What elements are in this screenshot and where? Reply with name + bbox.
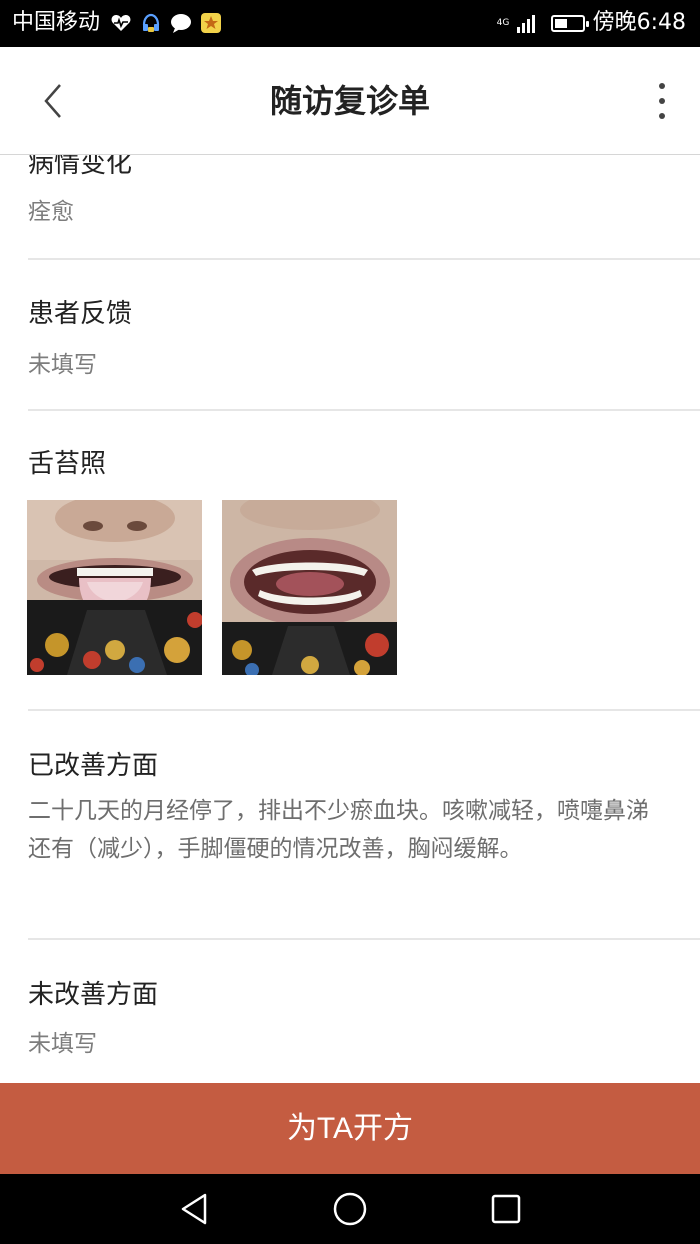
battery-icon	[550, 14, 589, 32]
system-status: 4G 傍晚6:48	[497, 9, 686, 37]
section-value: 痊愈	[28, 199, 74, 225]
back-triangle-icon[interactable]	[175, 1189, 215, 1229]
headset-icon	[142, 13, 160, 32]
status-time: 傍晚6:48	[592, 10, 686, 35]
heart-rate-icon	[111, 15, 131, 31]
section-value: 未填写	[28, 352, 97, 378]
section-improved-aspects: 已改善方面 二十几天的月经停了，排出不少瘀血块。咳嗽减轻，喷嚏鼻涕还有（减少），…	[28, 711, 700, 940]
section-condition-change: 病情变化 痊愈	[28, 155, 700, 260]
recents-square-icon[interactable]	[486, 1189, 526, 1229]
carrier-name: 中国移动	[12, 10, 101, 35]
mouth-photo[interactable]	[222, 500, 397, 675]
section-title: 患者反馈	[28, 299, 133, 329]
section-title: 未改善方面	[28, 980, 159, 1010]
home-circle-icon[interactable]	[330, 1189, 370, 1229]
prescribe-button[interactable]: 为TA开方	[0, 1083, 700, 1174]
page-title: 随访复诊单	[269, 82, 430, 120]
navigation-bar	[0, 1174, 700, 1244]
section-title: 已改善方面	[28, 751, 159, 781]
signal-icon	[516, 13, 535, 33]
section-unimproved-aspects: 未改善方面 未填写	[28, 940, 700, 1083]
section-value: 二十几天的月经停了，排出不少瘀血块。咳嗽减轻，喷嚏鼻涕还有（减少），手脚僵硬的情…	[28, 798, 649, 862]
network-type: 4G	[496, 17, 510, 28]
tongue-photo[interactable]	[27, 500, 202, 675]
star-app-icon	[201, 13, 221, 33]
section-value: 未填写	[28, 1031, 97, 1057]
section-patient-feedback: 患者反馈 未填写	[28, 260, 700, 411]
status-bar: 中国移动 4G 傍晚6:48	[0, 0, 700, 47]
form-content[interactable]: 病情变化 痊愈 患者反馈 未填写 舌苔照 已改善方面 二十几天的月经停了，排出不…	[0, 155, 700, 1083]
more-vertical-icon[interactable]	[654, 83, 670, 119]
section-title: 病情变化	[28, 155, 133, 179]
section-title: 舌苔照	[28, 449, 107, 479]
app-header: 随访复诊单	[0, 47, 700, 155]
chat-bubble-icon	[171, 14, 191, 33]
notification-icons	[110, 10, 222, 36]
